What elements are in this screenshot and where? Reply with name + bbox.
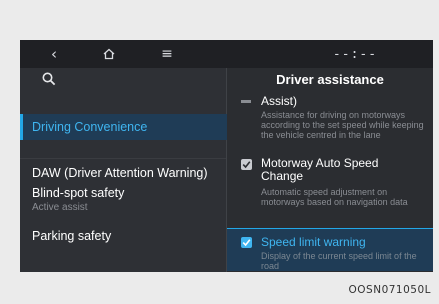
option-label: Motorway Auto Speed Change	[261, 156, 379, 183]
settings-menu: Driving Convenience DAW (Driver Attentio…	[20, 68, 229, 272]
menu-item-daw[interactable]: DAW (Driver Attention Warning)	[20, 158, 226, 183]
option-description: Assistance for driving on motorways acco…	[261, 110, 424, 140]
infotainment-screen: ‹ ≡ --:-- Driving Convenience DAW (Drive…	[20, 40, 433, 272]
menu-icon: ≡	[161, 46, 173, 62]
option-motorway-auto-speed-change[interactable]: Motorway Auto Speed Change Automatic spe…	[227, 157, 433, 227]
menu-button[interactable]: ≡	[156, 40, 178, 68]
menu-item-parking-safety[interactable]: Parking safety	[20, 226, 226, 248]
clock: --:--	[332, 46, 378, 62]
search-icon[interactable]	[42, 72, 56, 86]
search-row	[20, 68, 226, 94]
check-icon	[242, 161, 251, 169]
home-icon	[103, 48, 115, 60]
checkbox[interactable]	[241, 159, 252, 170]
menu-item-label: Blind-spot safety	[32, 186, 125, 200]
option-description: Display of the current speed limit of th…	[261, 251, 417, 271]
option-description: Automatic speed adjustment on motorways …	[261, 187, 408, 207]
chevron-left-icon: ‹	[51, 45, 57, 63]
menu-item-label: Parking safety	[32, 229, 112, 243]
menu-item-label: Driving Convenience	[32, 120, 148, 134]
menu-item-blind-spot-safety[interactable]: Blind-spot safety Active assist	[20, 186, 226, 220]
home-button[interactable]	[98, 40, 120, 68]
top-bar: ‹ ≡ --:--	[20, 40, 433, 69]
option-speed-limit-warning[interactable]: Speed limit warning Display of the curre…	[227, 228, 433, 271]
driver-assistance-panel: Driver assistance Assist) Assistance for…	[227, 68, 433, 272]
menu-item-driving-convenience[interactable]: Driving Convenience	[20, 114, 229, 140]
option-label: Assist)	[261, 94, 297, 108]
menu-item-label: DAW (Driver Attention Warning)	[32, 166, 208, 180]
collapse-icon	[241, 100, 251, 103]
option-label: Speed limit warning	[261, 235, 366, 249]
back-button[interactable]: ‹	[44, 40, 64, 68]
menu-item-sublabel: Active assist	[32, 202, 88, 213]
option-highway-assist[interactable]: Assist) Assistance for driving on motorw…	[227, 94, 433, 160]
checkbox[interactable]	[241, 237, 252, 248]
panel-title: Driver assistance	[276, 72, 384, 87]
figure-caption: OOSN071050L	[348, 284, 431, 296]
check-icon	[242, 239, 251, 247]
